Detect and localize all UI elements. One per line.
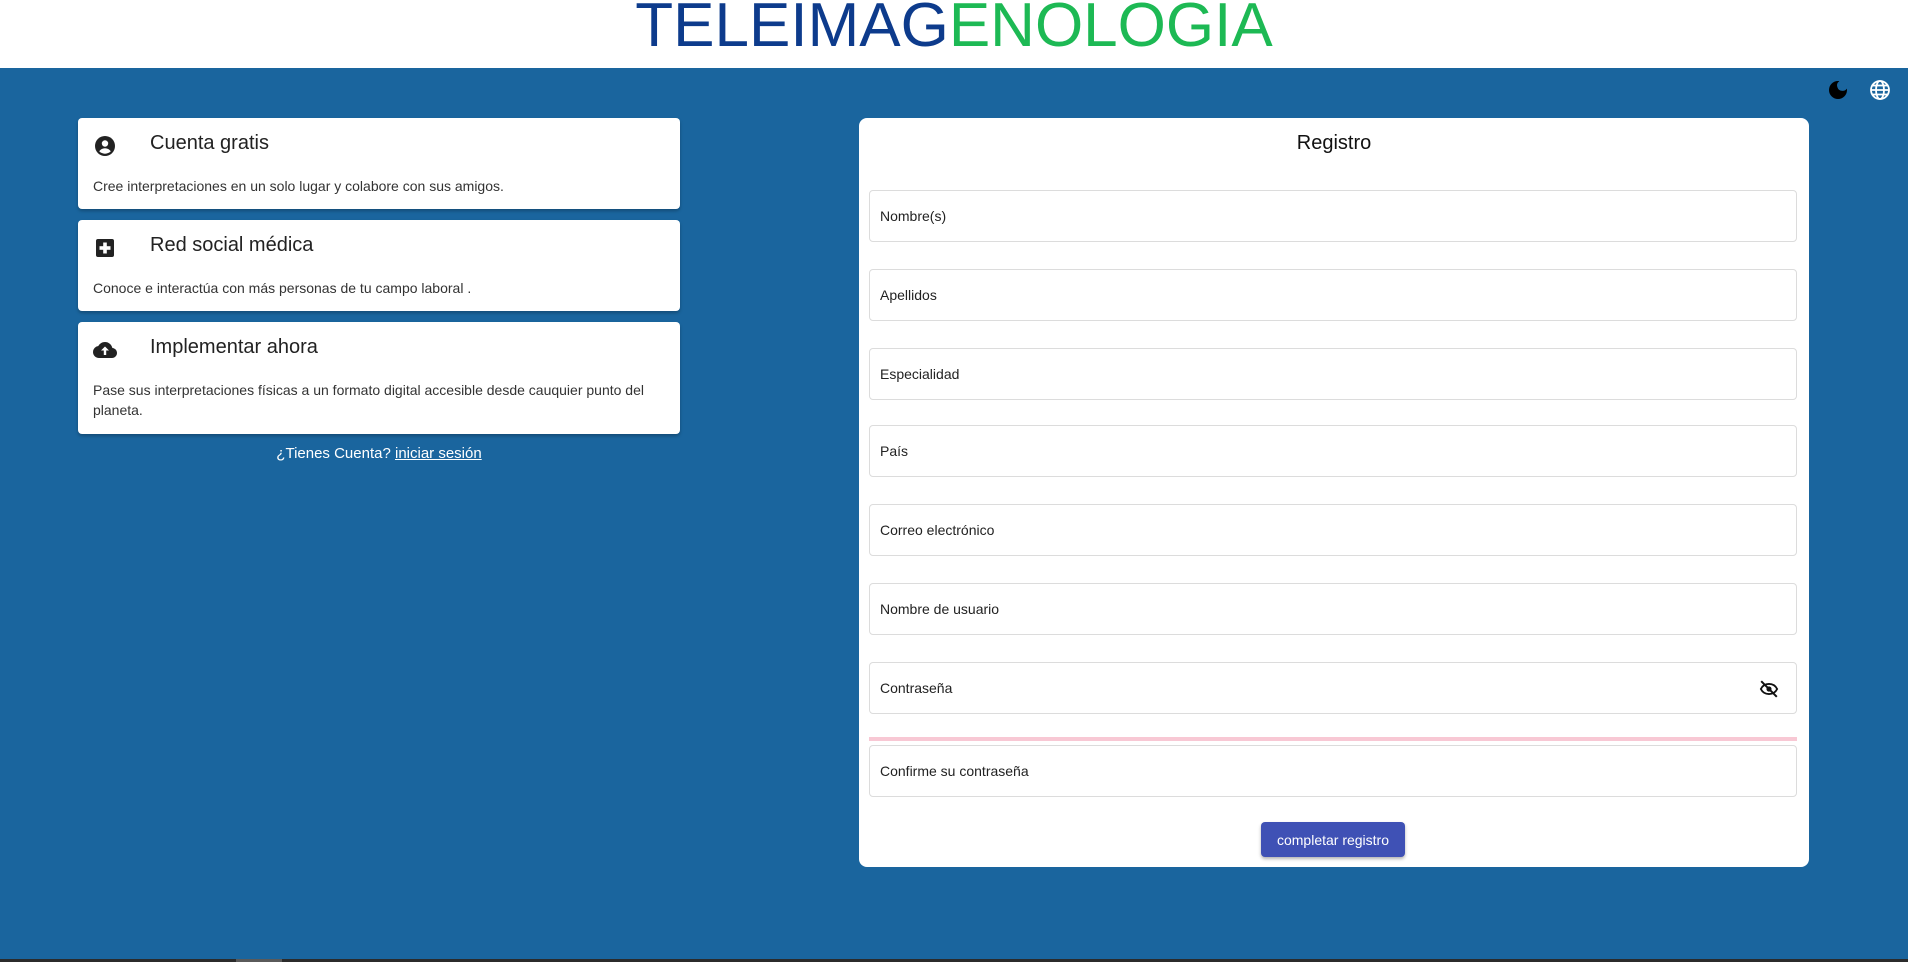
- registration-form: Registro Nombre(s) Apellidos Especialida…: [859, 118, 1809, 867]
- field-label: Nombre(s): [880, 208, 947, 224]
- field-label: Nombre de usuario: [880, 601, 1000, 617]
- specialty-field[interactable]: Especialidad: [869, 348, 1797, 400]
- field-label: Confirme su contraseña: [880, 763, 1029, 779]
- login-link[interactable]: iniciar sesión: [395, 445, 482, 462]
- medical-plus-icon: [93, 236, 117, 260]
- eye-off-icon[interactable]: [1758, 678, 1780, 700]
- feature-card-implement-now: Implementar ahora Pase sus interpretacio…: [78, 322, 680, 434]
- top-icons: [1818, 78, 1908, 102]
- feature-title: Red social médica: [150, 234, 314, 256]
- feature-text: Conoce e interactúa con más personas de …: [93, 280, 472, 296]
- field-label: País: [880, 443, 909, 459]
- login-prompt: ¿Tienes Cuenta? iniciar sesión: [78, 445, 680, 462]
- account-circle-icon: [93, 134, 117, 158]
- field-label: Especialidad: [880, 366, 960, 382]
- header: TELEIMAGENOLOGIA: [0, 0, 1908, 68]
- field-label: Apellidos: [880, 287, 937, 303]
- first-name-field[interactable]: Nombre(s): [869, 190, 1797, 242]
- login-prompt-text: ¿Tienes Cuenta?: [276, 445, 391, 462]
- feature-card-medical-network: Red social médica Conoce e interactúa co…: [78, 220, 680, 311]
- feature-text: Pase sus interpretaciones físicas a un f…: [93, 382, 644, 418]
- field-label: Correo electrónico: [880, 522, 995, 538]
- feature-card-free-account: Cuenta gratis Cree interpretaciones en u…: [78, 118, 680, 209]
- complete-registration-button[interactable]: completar registro: [1261, 822, 1405, 857]
- logo-part-1: TELEIMAG: [635, 0, 949, 60]
- username-field[interactable]: Nombre de usuario: [869, 583, 1797, 635]
- email-field[interactable]: Correo electrónico: [869, 504, 1797, 556]
- password-field[interactable]: Contraseña: [869, 662, 1797, 714]
- cloud-upload-icon: [93, 338, 117, 362]
- feature-title: Implementar ahora: [150, 336, 318, 358]
- feature-text: Cree interpretaciones en un solo lugar y…: [93, 178, 504, 194]
- feature-title: Cuenta gratis: [150, 132, 269, 154]
- password-error-line: [869, 737, 1797, 741]
- country-field[interactable]: País: [869, 425, 1797, 477]
- confirm-password-field[interactable]: Confirme su contraseña: [869, 745, 1797, 797]
- moon-icon[interactable]: [1826, 78, 1850, 102]
- form-title: Registro: [1296, 132, 1372, 154]
- app-logo: TELEIMAGENOLOGIA: [635, 0, 1272, 57]
- globe-icon[interactable]: [1868, 78, 1892, 102]
- logo-part-2: ENOLOGIA: [948, 0, 1273, 60]
- field-label: Contraseña: [880, 680, 953, 696]
- last-name-field[interactable]: Apellidos: [869, 269, 1797, 321]
